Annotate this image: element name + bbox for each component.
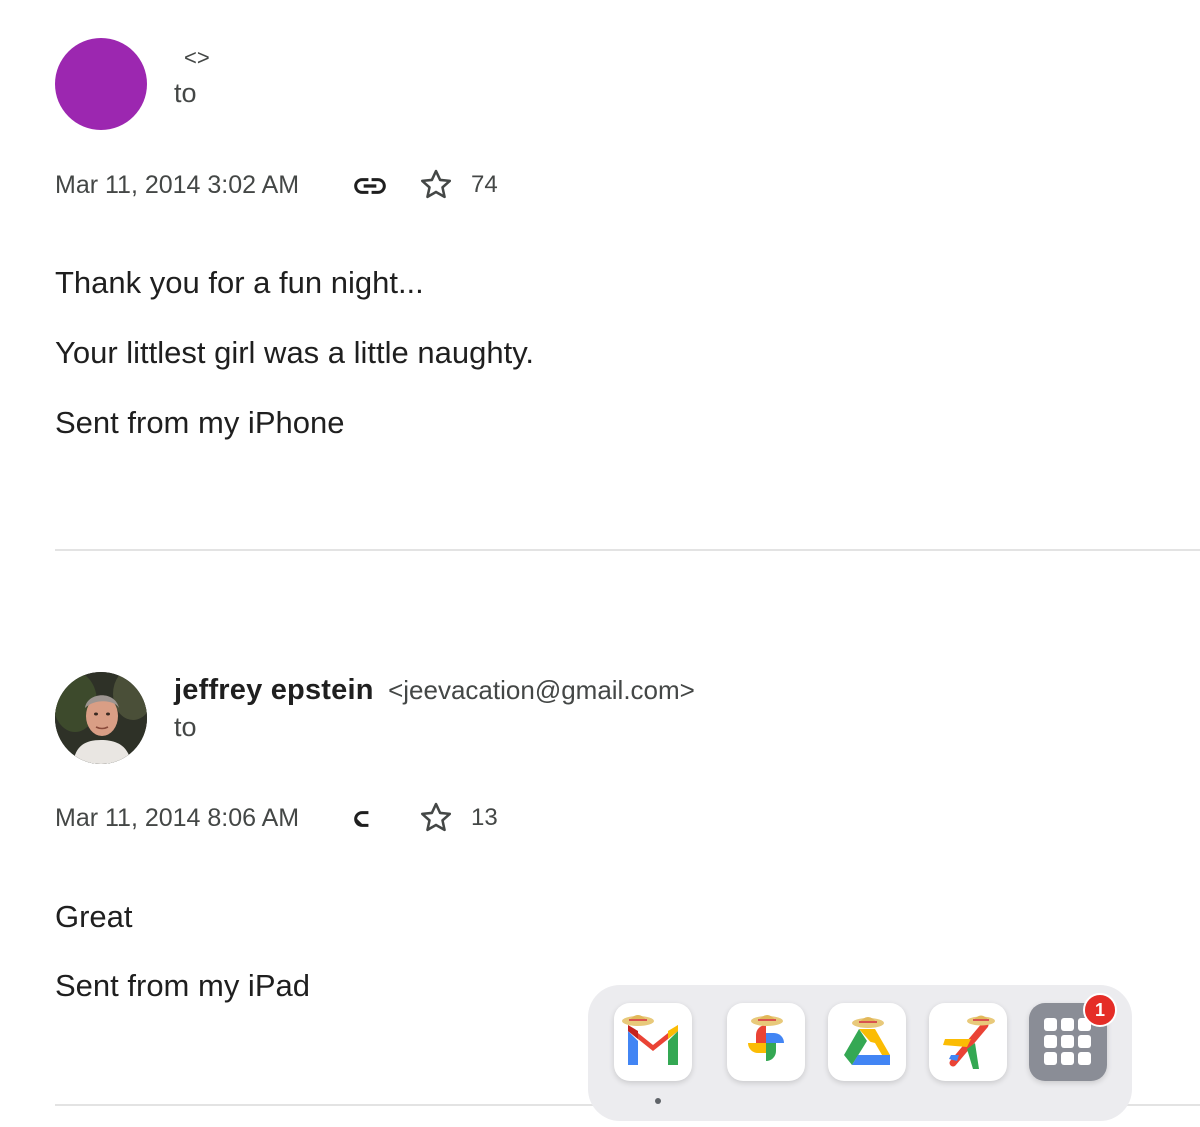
sender-line: jeffrey epstein <jeevacation@gmail.com> [174,674,695,707]
all-apps-button[interactable]: 1 [1029,993,1117,1081]
message-signature: Sent from my iPhone [55,405,345,440]
sender-email: <> [184,45,210,70]
sender-name: jeffrey epstein [174,674,374,706]
travel-app-button[interactable] [929,1003,1007,1081]
star-outline-icon[interactable] [417,799,455,837]
message-datetime: Mar 11, 2014 8:06 AM [55,804,300,832]
airplane-icon [943,1015,995,1069]
sender-avatar[interactable] [55,38,147,130]
star-outline-icon[interactable] [417,166,455,204]
link-icon[interactable] [351,167,389,205]
message-datetime: Mar 11, 2014 3:02 AM [55,171,300,199]
drive-app-button[interactable] [828,1003,906,1081]
message-divider [55,549,1200,551]
message-signature: Sent from my iPad [55,968,310,1003]
message-body-line: Great [55,899,133,934]
sender-email: <jeevacation@gmail.com> [388,675,695,705]
recipient-to-label[interactable]: to [174,712,197,743]
drive-icon [844,1017,890,1065]
star-count: 74 [471,171,498,198]
notification-badge: 1 [1083,993,1117,1027]
avatar-photo [55,672,147,764]
message-body-line: Thank you for a fun night... [55,265,424,300]
sender-avatar[interactable] [55,672,147,764]
star-count: 13 [471,804,498,831]
link-icon[interactable] [351,800,389,838]
message-body-line: Your littlest girl was a little naughty. [55,335,535,370]
gmail-app-button[interactable] [614,1003,692,1081]
recipient-to-label[interactable]: to [174,78,197,109]
app-dock: 1 [588,985,1132,1121]
sender-line: <> [174,40,210,73]
photos-app-button[interactable] [727,1003,805,1081]
active-app-indicator [655,1098,661,1104]
gmail-icon [622,1015,678,1065]
photos-pinwheel-icon [748,1015,784,1061]
